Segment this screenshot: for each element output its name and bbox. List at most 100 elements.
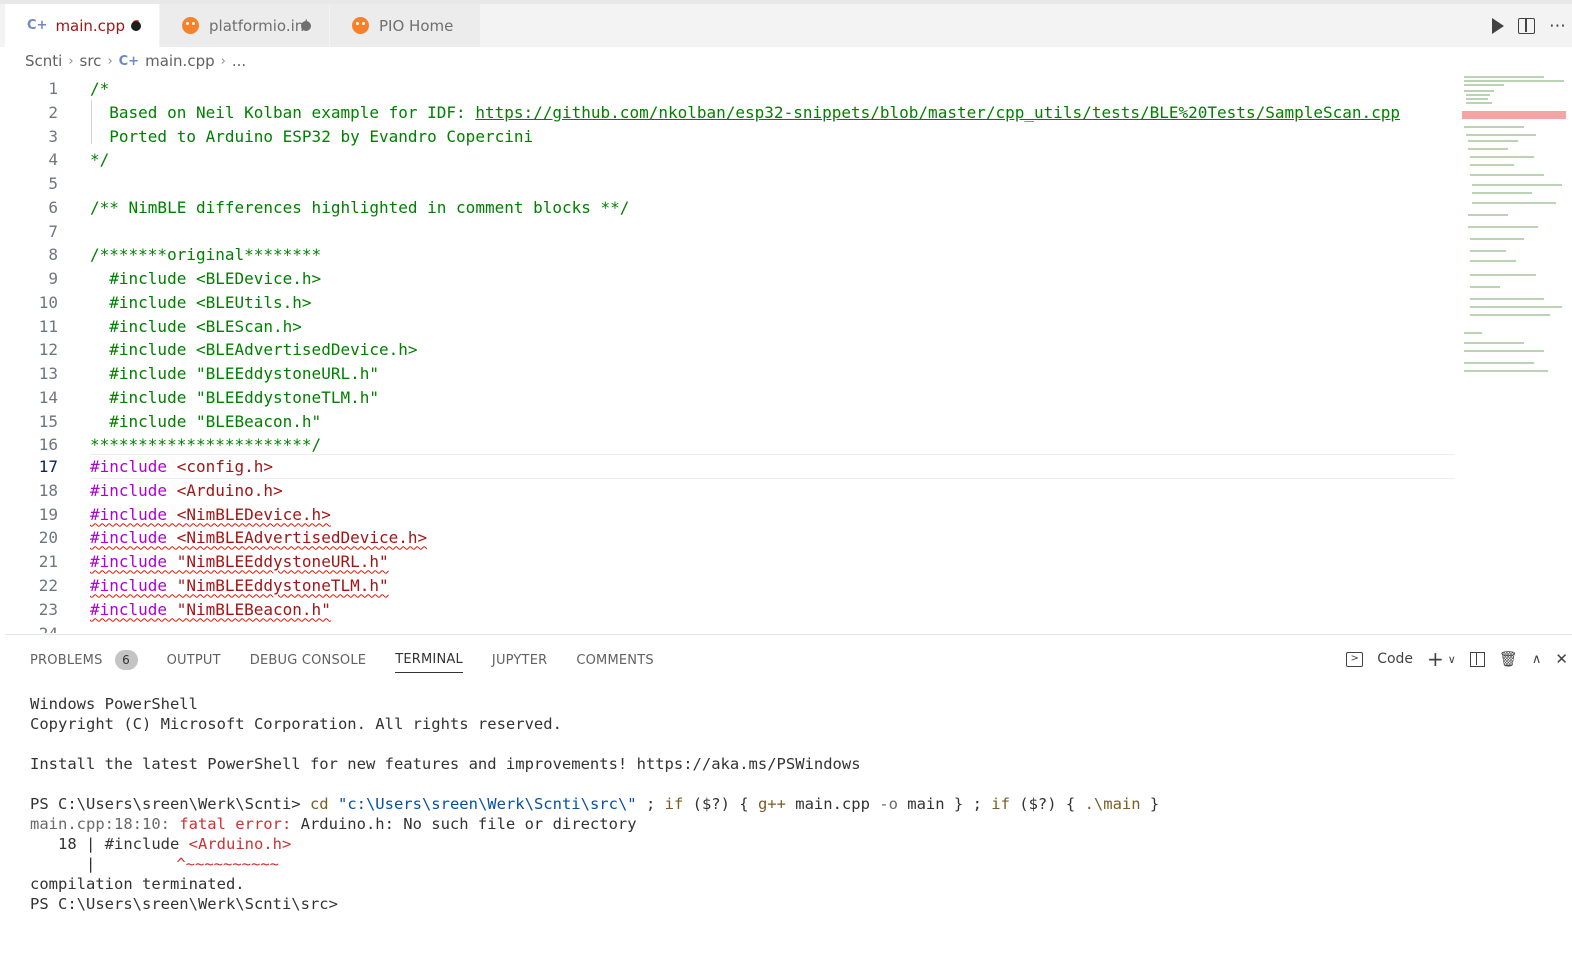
tab-platformio-ini[interactable]: platformio.ini bbox=[160, 4, 330, 47]
minimap-line bbox=[1464, 90, 1494, 92]
minimap-line bbox=[1470, 298, 1544, 300]
line-number: 3 bbox=[48, 126, 58, 146]
code-line: 16 ***********************/ bbox=[0, 432, 1458, 456]
command-part: ($?) { bbox=[683, 795, 758, 813]
tab-terminal[interactable]: TERMINAL bbox=[395, 647, 463, 673]
code-text: ***********************/ bbox=[90, 434, 322, 454]
code-line: 14 #include "BLEEddystoneTLM.h" bbox=[0, 385, 1458, 409]
minimap-line bbox=[1472, 192, 1532, 194]
minimap-line bbox=[1466, 102, 1492, 104]
tab-label: JUPYTER bbox=[491, 652, 548, 668]
terminal-profile-label[interactable]: Code bbox=[1377, 651, 1413, 667]
command-path: "c:\Users\sreen\Werk\Scnti\src\" bbox=[337, 795, 637, 813]
code-line: 8 /*******original******** bbox=[0, 242, 1458, 266]
code-line: 2 Based on Neil Kolban example for IDF: … bbox=[0, 100, 1458, 124]
code-line: 5 bbox=[0, 171, 1458, 195]
tab-comments[interactable]: COMMENTS bbox=[576, 647, 653, 673]
code-editor[interactable]: 1 /* 2 Based on Neil Kolban example for … bbox=[0, 74, 1458, 633]
source-link[interactable]: https://github.com/nkolban/esp32-snippet… bbox=[475, 103, 1400, 122]
command-flag: -o bbox=[879, 795, 898, 813]
tab-jupyter[interactable]: JUPYTER bbox=[492, 647, 547, 673]
source-gutter: | bbox=[30, 855, 96, 873]
minimap-line bbox=[1470, 260, 1516, 262]
line-number: 21 bbox=[38, 551, 58, 571]
terminal-caret-line: | ^~~~~~~~~~~ bbox=[30, 855, 279, 875]
line-number: 20 bbox=[38, 527, 58, 547]
command-name: cd bbox=[309, 795, 329, 813]
line-number: 10 bbox=[38, 292, 58, 312]
terminal-line: Copyright (C) Microsoft Corporation. All… bbox=[30, 715, 562, 733]
line-number: 8 bbox=[48, 244, 58, 264]
include-path: "NimBLEEddystoneTLM.h" bbox=[167, 575, 389, 595]
code-text: #include <BLEScan.h> bbox=[90, 316, 302, 336]
breadcrumb-folder[interactable]: src bbox=[80, 52, 102, 70]
tab-debug-console[interactable]: DEBUG CONSOLE bbox=[250, 647, 366, 673]
chevron-up-icon[interactable]: ∧ bbox=[1532, 652, 1542, 667]
breadcrumb-file[interactable]: main.cpp bbox=[145, 52, 215, 70]
more-actions-icon[interactable]: ⋯ bbox=[1549, 16, 1566, 36]
split-editor-icon[interactable] bbox=[1518, 17, 1535, 34]
breadcrumb-folder[interactable]: Scnti bbox=[25, 52, 62, 70]
code-text: /** NimBLE differences highlighted in co… bbox=[90, 197, 630, 217]
unsaved-dot-icon[interactable] bbox=[301, 21, 311, 31]
unsaved-dot-icon[interactable] bbox=[131, 21, 141, 31]
minimap-line bbox=[1470, 164, 1514, 166]
prompt: PS C:\Users\sreen\Werk\Scnti> bbox=[30, 795, 310, 813]
error-message: Arduino.h: No such file or directory bbox=[291, 815, 637, 833]
minimap-line bbox=[1470, 314, 1550, 316]
line-number: 1 bbox=[48, 78, 58, 98]
minimap-line bbox=[1464, 370, 1548, 372]
code-text: #include <config.h> bbox=[90, 457, 273, 476]
breadcrumb-symbol[interactable]: ... bbox=[232, 52, 246, 70]
platformio-icon bbox=[352, 17, 369, 34]
minimap-line bbox=[1470, 238, 1524, 240]
terminal-line: Install the latest PowerShell for new fe… bbox=[30, 755, 861, 773]
line-number: 17 bbox=[38, 456, 58, 476]
preprocessor-keyword: #include bbox=[90, 527, 168, 547]
line-number: 16 bbox=[38, 434, 58, 454]
minimap-line bbox=[1468, 214, 1508, 216]
code-line-active: 17 #include <config.h> bbox=[0, 454, 1458, 478]
tab-pio-home[interactable]: PIO Home bbox=[330, 4, 481, 47]
code-line: 23 #include "NimBLEBeacon.h" bbox=[0, 597, 1458, 621]
terminal-line: Windows PowerShell bbox=[30, 695, 198, 713]
minimap-line bbox=[1468, 226, 1538, 228]
terminal-icon[interactable]: > bbox=[1346, 651, 1364, 667]
preprocessor-keyword: #include bbox=[90, 480, 168, 500]
minimap-line bbox=[1472, 184, 1562, 186]
terminal-prompt: PS C:\Users\sreen\Werk\Scnti\src> bbox=[30, 895, 338, 913]
line-number: 9 bbox=[48, 268, 58, 288]
minimap-line bbox=[1470, 156, 1534, 158]
split-terminal-icon[interactable] bbox=[1469, 651, 1485, 667]
plus-icon[interactable]: + bbox=[1427, 647, 1444, 671]
run-icon[interactable] bbox=[1492, 17, 1504, 34]
tab-output[interactable]: OUTPUT bbox=[167, 647, 221, 673]
comment-text: Based on Neil Kolban example for IDF: bbox=[90, 102, 476, 122]
tab-main-cpp[interactable]: C+ main.cpp 6 bbox=[5, 4, 160, 47]
minimap-line bbox=[1470, 286, 1500, 288]
code-text: #include <Arduino.h> bbox=[90, 481, 283, 500]
command-part: ; bbox=[636, 795, 665, 813]
preprocessor-keyword: #include bbox=[90, 551, 168, 571]
code-line: 7 bbox=[0, 219, 1458, 243]
minimap-line bbox=[1468, 140, 1518, 142]
code-text: #include "BLEEddystoneTLM.h" bbox=[90, 387, 379, 407]
line-number: 18 bbox=[38, 480, 58, 500]
minimap-line bbox=[1468, 148, 1508, 150]
tab-problems[interactable]: PROBLEMS 6 bbox=[30, 647, 138, 673]
preprocessor-keyword: #include bbox=[90, 456, 168, 476]
code-line: 11 #include <BLEScan.h> bbox=[0, 314, 1458, 338]
line-number: 15 bbox=[38, 411, 58, 431]
panel-tabs: PROBLEMS 6 OUTPUT DEBUG CONSOLE TERMINAL… bbox=[30, 647, 654, 673]
include-path: <Arduino.h> bbox=[167, 480, 283, 500]
editor-tab-bar: C+ main.cpp 6 platformio.ini PIO Home ⋯ bbox=[0, 0, 1572, 47]
line-number: 19 bbox=[38, 504, 58, 524]
minimap-line bbox=[1464, 342, 1524, 344]
chevron-down-icon[interactable]: ∨ bbox=[1448, 653, 1456, 666]
code-line: 13 #include "BLEEddystoneURL.h" bbox=[0, 361, 1458, 385]
minimap-line bbox=[1464, 126, 1524, 128]
minimap[interactable] bbox=[1460, 74, 1568, 384]
trash-icon[interactable]: 🗑 bbox=[1499, 650, 1518, 668]
close-icon[interactable]: ✕ bbox=[1555, 650, 1568, 668]
code-text: #include <BLEUtils.h> bbox=[90, 292, 312, 312]
